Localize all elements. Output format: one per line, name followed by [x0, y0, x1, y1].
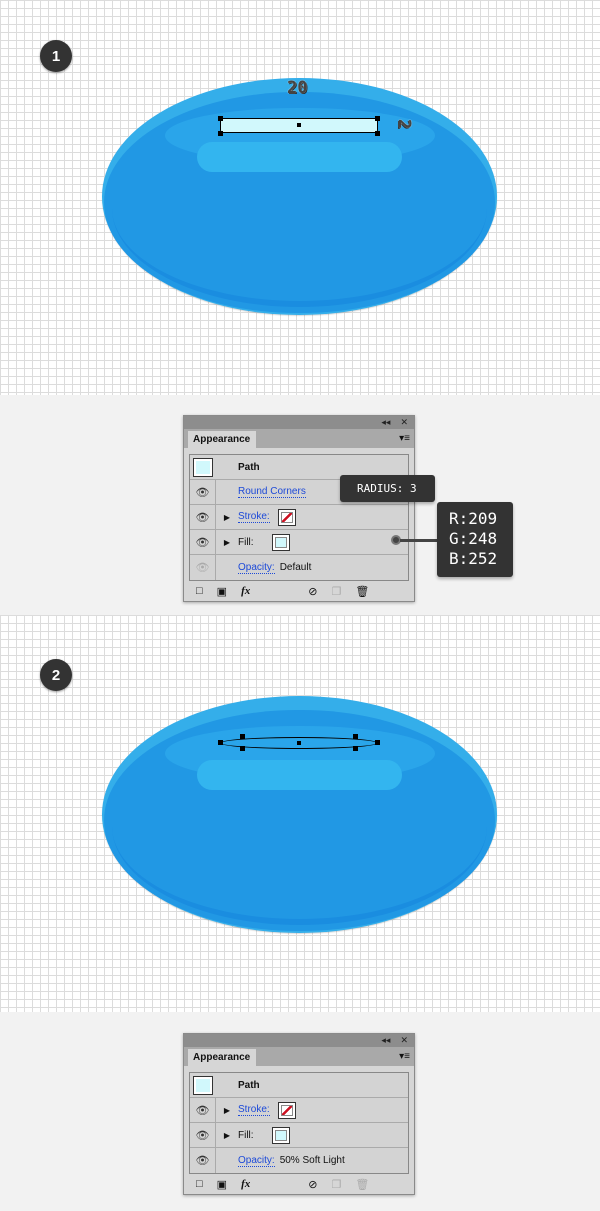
fill-label: Fill: — [238, 536, 254, 548]
stroke-link[interactable]: Stroke: — [238, 1104, 270, 1116]
height-label: 2 — [394, 118, 415, 130]
expand-arrow-icon[interactable]: ▶ — [216, 513, 238, 522]
appearance-panel-2: ◂◂ ✕ Appearance ▾≡ Path 👁 ▶ Stroke: 👁 ▶ Fill: … — [183, 1033, 415, 1195]
fx-icon[interactable]: fx — [241, 1178, 250, 1190]
eye-icon[interactable]: 👁 — [190, 555, 216, 580]
round-corners-link[interactable]: Round Corners — [238, 486, 306, 498]
step-badge-2: 2 — [40, 659, 72, 691]
collapse-icon[interactable]: ◂◂ — [381, 1035, 390, 1046]
connector-line — [400, 539, 438, 542]
stroke-swatch[interactable] — [277, 508, 296, 526]
blue-pill-shape-1 — [102, 78, 497, 315]
blue-pill-shape-2 — [102, 696, 497, 933]
panel-menu-icon[interactable]: ▾≡ — [399, 433, 410, 444]
path-title: Path — [238, 461, 260, 473]
appearance-panel-1: ◂◂ ✕ Appearance ▾≡ Path 👁 Round Corners 👁 ▶ S… — [183, 415, 415, 602]
tab-appearance[interactable]: Appearance — [188, 1049, 256, 1066]
red-value: R:209 — [449, 509, 498, 528]
eye-icon[interactable]: 👁 — [190, 1148, 216, 1173]
path-thumbnail — [193, 457, 213, 477]
eye-icon[interactable]: 👁 — [190, 1123, 216, 1147]
blue-value: B:252 — [449, 549, 498, 568]
expand-arrow-icon[interactable]: ▶ — [216, 538, 238, 547]
opacity-link[interactable]: Opacity: — [238, 1155, 275, 1167]
opacity-value: Default — [279, 562, 312, 573]
new-stroke-icon[interactable]: □ — [196, 1178, 203, 1190]
fx-icon[interactable]: fx — [241, 585, 250, 597]
trash-icon[interactable]: 🗑 — [355, 585, 369, 598]
close-icon[interactable]: ✕ — [400, 1035, 408, 1046]
path-thumbnail — [193, 1075, 213, 1095]
duplicate-icon[interactable]: ❐ — [331, 585, 341, 598]
fill-label: Fill: — [238, 1129, 254, 1141]
fill-swatch[interactable] — [271, 533, 290, 551]
new-fill-icon[interactable]: ▣ — [217, 585, 227, 598]
trash-icon[interactable]: 🗑 — [355, 1178, 369, 1191]
clear-icon[interactable]: ⊘ — [308, 1178, 317, 1191]
clear-icon[interactable]: ⊘ — [308, 585, 317, 598]
close-icon[interactable]: ✕ — [400, 417, 408, 428]
opacity-link[interactable]: Opacity: — [238, 562, 275, 574]
width-label: 20 — [287, 78, 308, 98]
stroke-link[interactable]: Stroke: — [238, 511, 270, 523]
rgb-tooltip: R:209 G:248 B:252 — [437, 502, 513, 577]
eye-icon[interactable]: 👁 — [190, 530, 216, 554]
stroke-swatch[interactable] — [277, 1101, 296, 1119]
opacity-value: 50% Soft Light — [279, 1155, 345, 1166]
new-fill-icon[interactable]: ▣ — [217, 1178, 227, 1191]
eye-icon[interactable]: 👁 — [190, 1098, 216, 1122]
path-title: Path — [238, 1079, 260, 1091]
radius-tooltip: RADIUS: 3 — [340, 475, 435, 502]
new-stroke-icon[interactable]: □ — [196, 585, 203, 597]
expand-arrow-icon[interactable]: ▶ — [216, 1131, 238, 1140]
green-value: G:248 — [449, 529, 498, 548]
panel-menu-icon[interactable]: ▾≡ — [399, 1051, 410, 1062]
eye-icon[interactable]: 👁 — [190, 480, 216, 504]
tab-appearance[interactable]: Appearance — [188, 431, 256, 448]
fill-swatch[interactable] — [271, 1126, 290, 1144]
collapse-icon[interactable]: ◂◂ — [381, 417, 390, 428]
step-badge-1: 1 — [40, 40, 72, 72]
expand-arrow-icon[interactable]: ▶ — [216, 1106, 238, 1115]
eye-icon[interactable]: 👁 — [190, 505, 216, 529]
duplicate-icon[interactable]: ❐ — [331, 1178, 341, 1191]
